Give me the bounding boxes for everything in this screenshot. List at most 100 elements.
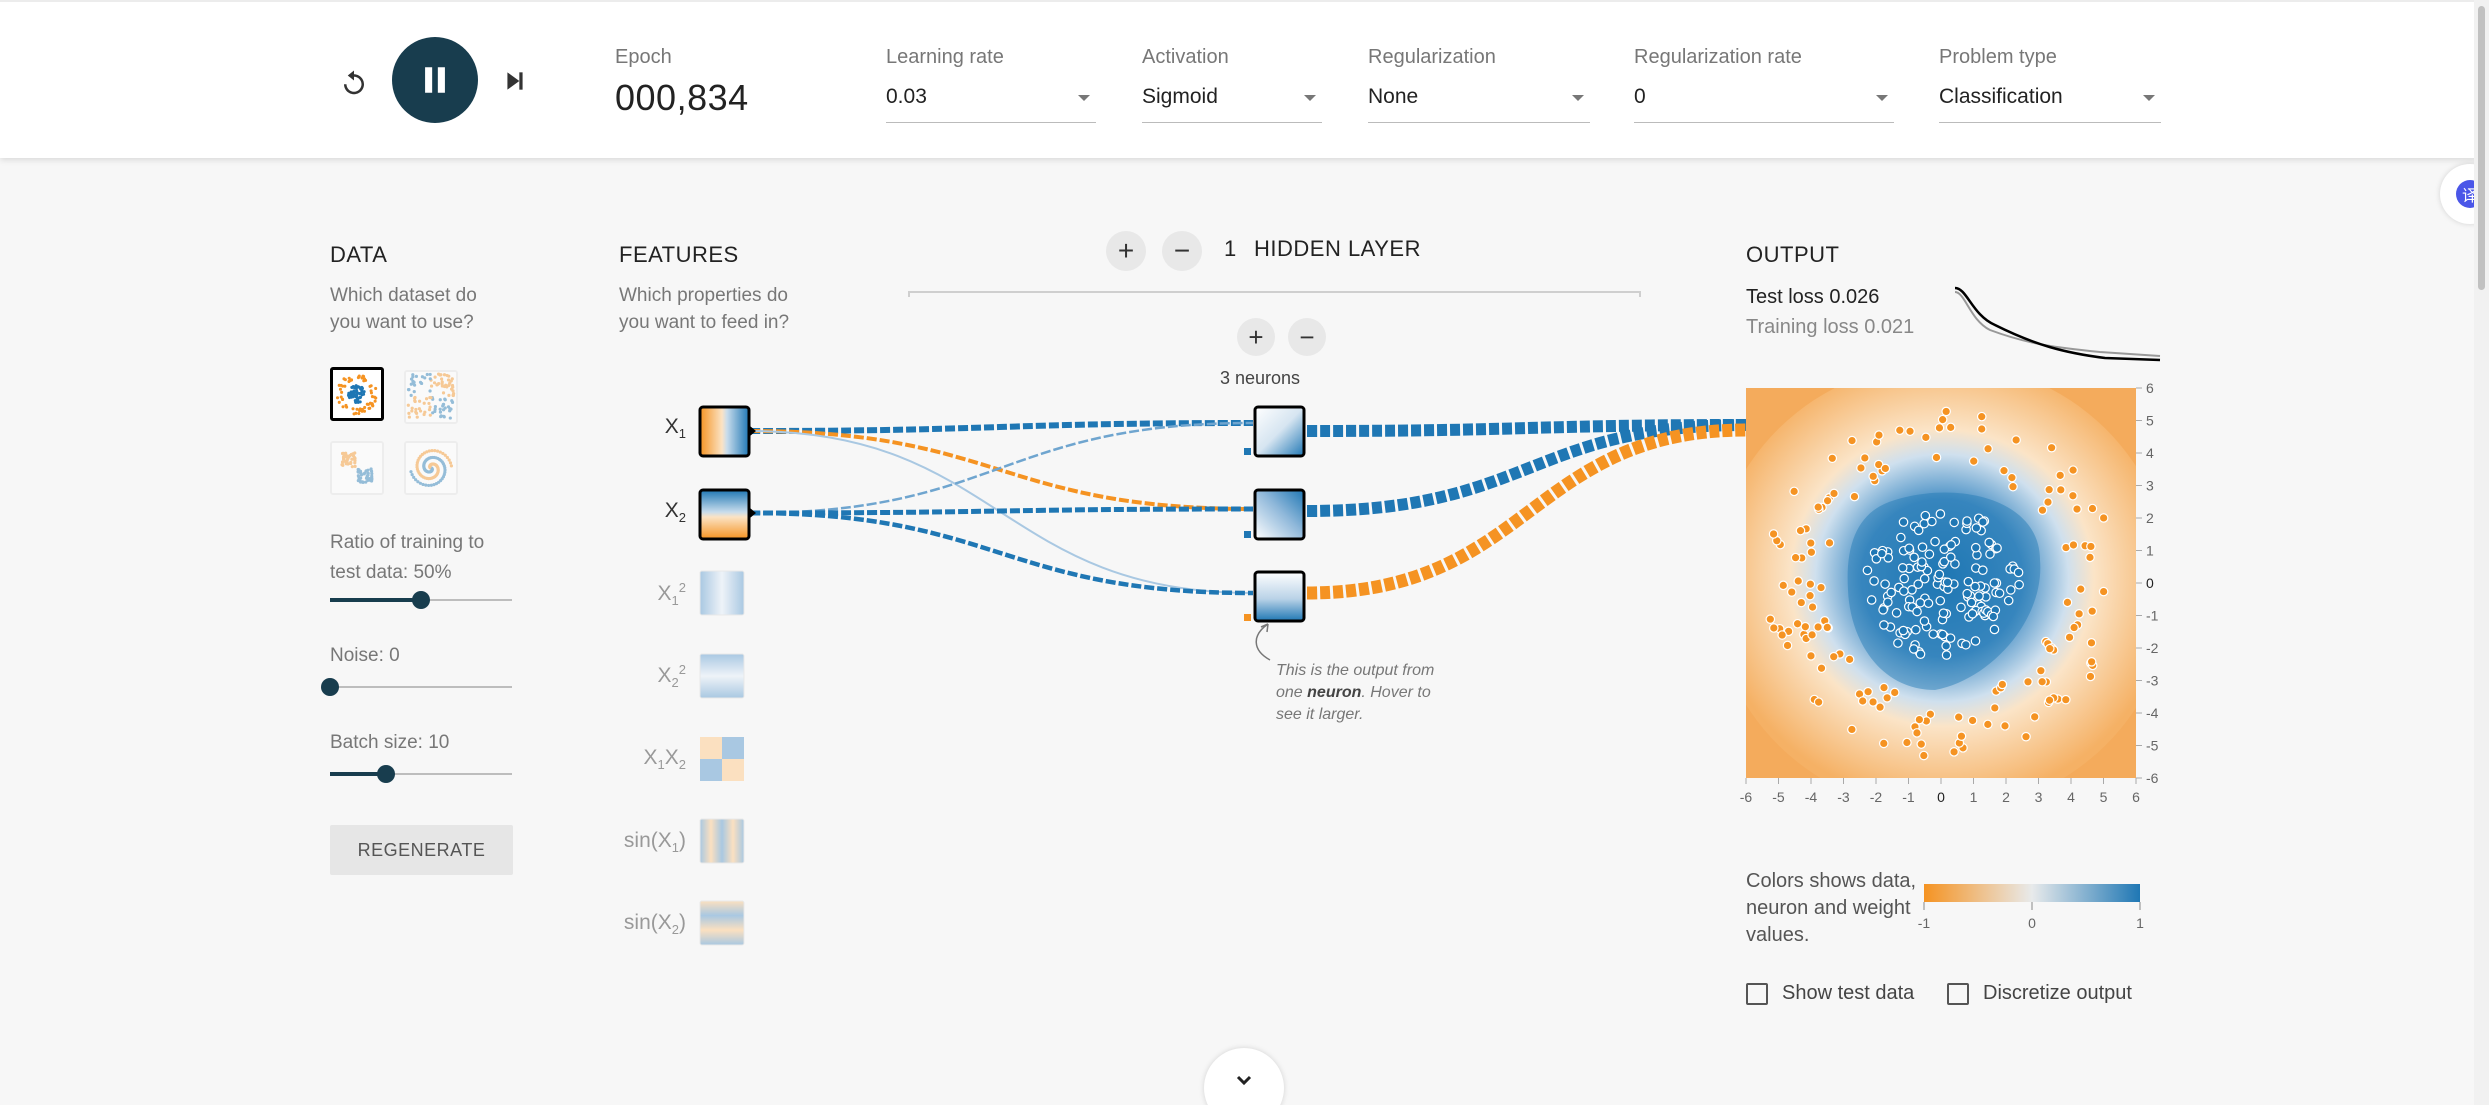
negative-point	[1976, 411, 1987, 422]
neuron-3-bias[interactable]	[1244, 614, 1251, 621]
negative-point	[1921, 432, 1931, 443]
add-neuron-button[interactable]: +	[1237, 318, 1275, 356]
link-x1-n2[interactable]	[749, 429, 1254, 511]
negative-point	[2087, 503, 2098, 514]
positive-point	[1909, 552, 1919, 563]
feature-node-x1[interactable]	[698, 405, 751, 458]
negative-point	[1790, 552, 1801, 563]
positive-point	[1974, 591, 1984, 601]
neuron-1-bias[interactable]	[1244, 448, 1251, 455]
negative-point	[2055, 485, 2066, 495]
negative-point	[2061, 694, 2071, 705]
positive-point	[1988, 611, 1999, 622]
positive-point	[1896, 532, 1906, 543]
x-tick-label: 2	[2002, 789, 2010, 805]
minus-icon: −	[1299, 321, 1315, 352]
neuron-3[interactable]	[1253, 570, 1306, 623]
negative-point	[1793, 576, 1804, 586]
y-tick-label: -6	[2146, 770, 2159, 786]
negative-point	[1824, 538, 1835, 548]
positive-point	[1917, 557, 1927, 567]
checkbox-box[interactable]	[1746, 982, 1768, 1005]
negative-point	[1805, 538, 1816, 548]
negative-point	[2098, 586, 2109, 597]
positive-point	[1883, 597, 1893, 608]
x-tick-label: -4	[1805, 789, 1818, 805]
negative-point	[1882, 693, 1892, 703]
show-test-data-checkbox[interactable]: Show test data	[1746, 982, 1914, 1005]
negative-point	[1829, 488, 1839, 499]
hidden-layer-bracket	[908, 291, 1641, 297]
negative-point	[1990, 703, 2000, 713]
output-heatmap	[1746, 388, 2136, 778]
feature-node-sin-x1[interactable]	[699, 818, 745, 864]
negative-point	[2036, 665, 2046, 676]
negative-point	[1795, 525, 1806, 536]
feature-node-sin-x2[interactable]	[699, 900, 745, 946]
scrollbar-thumb[interactable]	[2478, 6, 2485, 290]
negative-point	[1792, 618, 1803, 629]
negative-point	[2068, 490, 2078, 501]
feature-node-x2-squared[interactable]	[699, 653, 745, 699]
positive-point	[1994, 588, 2005, 599]
feature-node-x1x2[interactable]	[700, 737, 744, 781]
network-canvas: -6 -5 -4 -3 -2 -1 0 1 2 3 4 5 6 6543210-1-2-3-4-5-6 …	[698, 286, 2161, 946]
positive-point	[1946, 540, 1956, 550]
x-tick-label: 6	[2132, 789, 2140, 805]
discretize-output-checkbox[interactable]: Discretize output	[1947, 982, 2132, 1005]
negative-point	[1968, 456, 1979, 466]
negative-point	[1765, 614, 1776, 625]
remove-layer-button[interactable]: −	[1162, 231, 1202, 271]
test-loss: Test loss 0.026	[1746, 286, 1880, 308]
x1-output-arrow-icon	[750, 426, 756, 436]
add-layer-button[interactable]: +	[1106, 231, 1146, 271]
negative-point	[1807, 630, 1817, 640]
negative-point	[1768, 529, 1779, 539]
positive-point	[1945, 633, 1956, 643]
hidden-layer-count: 1	[1224, 236, 1237, 261]
negative-point	[2069, 622, 2079, 633]
y-tick-label: 5	[2146, 413, 2154, 429]
positive-point	[2014, 579, 2024, 590]
neuron-2[interactable]	[1253, 488, 1306, 541]
negative-point	[2037, 676, 2047, 687]
positive-point	[1989, 578, 2000, 588]
negative-point	[1782, 640, 1793, 651]
negative-point	[1816, 663, 1827, 674]
feature-node-x1-squared[interactable]	[699, 570, 745, 616]
y-tick-label: -4	[2146, 705, 2159, 721]
checkbox-box[interactable]	[1947, 982, 1969, 1005]
negative-point	[1786, 587, 1797, 597]
negative-point	[1953, 712, 1964, 722]
negative-point	[1914, 714, 1925, 725]
negative-point	[2062, 597, 2073, 608]
training-loss: Training loss 0.021	[1746, 316, 1915, 338]
x-tick-label: -2	[1870, 789, 1883, 805]
feature-node-x2[interactable]	[698, 488, 751, 541]
negative-point	[1778, 580, 1789, 591]
negative-point	[1931, 452, 1942, 463]
positive-point	[1917, 542, 1928, 553]
negative-point	[1912, 728, 1922, 738]
minus-icon: −	[1173, 235, 1191, 266]
legend-tick-max: 1	[2136, 915, 2144, 931]
neuron-1[interactable]	[1253, 405, 1306, 458]
positive-point	[1984, 537, 1994, 548]
negative-point	[2011, 435, 2021, 445]
negative-point	[1813, 502, 1823, 512]
positive-point	[2013, 567, 2024, 578]
neuron-2-bias[interactable]	[1244, 531, 1251, 538]
link-x2-n2[interactable]	[749, 506, 1254, 516]
training-loss-curve	[1954, 291, 2161, 357]
negative-point	[1905, 426, 1915, 437]
negative-point	[2037, 505, 2048, 516]
link-x2-n3[interactable]	[749, 510, 1254, 596]
positive-point	[1941, 641, 1951, 651]
remove-neuron-button[interactable]: −	[1288, 318, 1326, 356]
positive-point	[1928, 629, 1939, 639]
positive-point	[1915, 597, 1926, 608]
page-scrollbar[interactable]	[2474, 0, 2489, 1105]
positive-point	[1970, 636, 1981, 646]
positive-point	[1862, 565, 1873, 576]
positive-point	[1893, 638, 1903, 648]
